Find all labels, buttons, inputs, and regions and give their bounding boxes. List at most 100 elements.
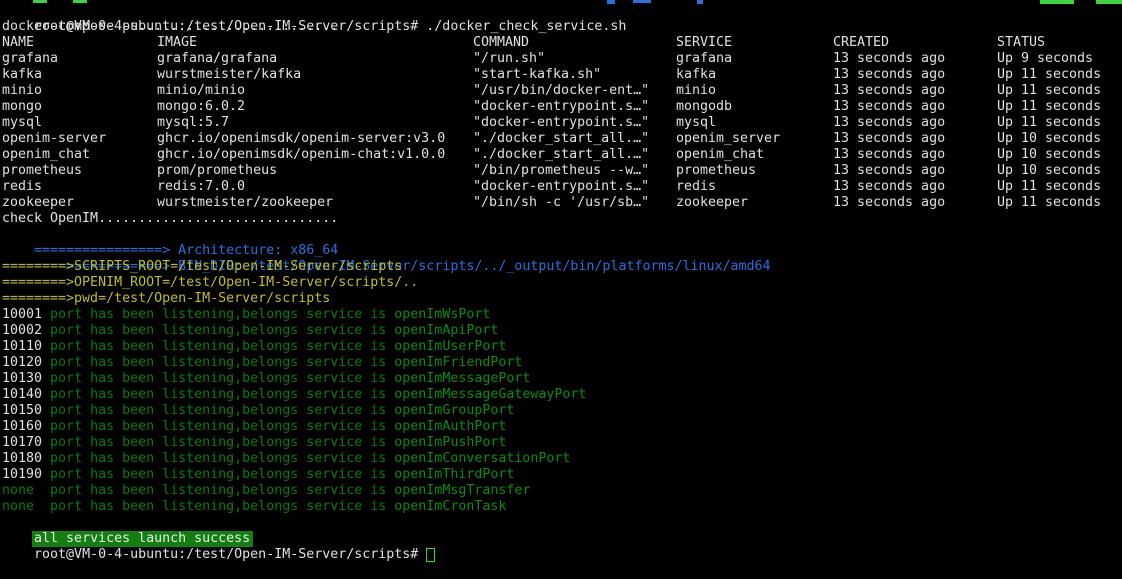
port-check-line: 10120 port has been listening,belongs se… xyxy=(2,355,522,371)
port-number: 10170 xyxy=(2,435,50,450)
port-status-message: port has been listening,belongs service … xyxy=(50,307,394,322)
table-cell: Up 9 seconds xyxy=(997,51,1093,67)
table-cell: openim_chat xyxy=(2,147,90,163)
table-cell: 13 seconds ago xyxy=(833,163,945,179)
table-cell: mongo:6.0.2 xyxy=(157,99,245,115)
port-number: 10001 xyxy=(2,307,50,322)
service-name: openImMessagePort xyxy=(394,371,530,386)
table-cell: redis xyxy=(2,179,42,195)
column-header: STATUS xyxy=(997,35,1045,51)
port-number: 10120 xyxy=(2,355,50,370)
table-cell: kafka xyxy=(2,67,42,83)
column-header: COMMAND xyxy=(473,35,529,51)
port-check-line: 10160 port has been listening,belongs se… xyxy=(2,419,506,435)
port-status-message: port has been listening,belongs service … xyxy=(50,387,394,402)
port-check-line: 10001 port has been listening,belongs se… xyxy=(2,307,490,323)
table-cell: minio xyxy=(676,83,716,99)
table-cell: "docker-entrypoint.s…" xyxy=(473,115,649,131)
table-cell: wurstmeister/kafka xyxy=(157,67,301,83)
table-cell: minio/minio xyxy=(157,83,245,99)
table-cell: ghcr.io/openimsdk/openim-server:v3.0 xyxy=(157,131,445,147)
success-line: all services launch success xyxy=(0,515,253,531)
cutoff-line-fragment xyxy=(697,0,703,4)
table-cell: openim-server xyxy=(2,131,106,147)
table-cell: mysql:5.7 xyxy=(157,115,229,131)
table-cell: 13 seconds ago xyxy=(833,51,945,67)
terminal-screen[interactable]: root@VM-0-4-ubuntu:/test/Open-IM-Server/… xyxy=(0,0,1122,542)
port-number: 10190 xyxy=(2,467,50,482)
table-cell: wurstmeister/zookeeper xyxy=(157,195,333,211)
env-var-line: ========>pwd=/test/Open-IM-Server/script… xyxy=(2,291,330,307)
table-cell: Up 11 seconds xyxy=(997,179,1101,195)
table-cell: minio xyxy=(2,83,42,99)
port-check-line: none port has been listening,belongs ser… xyxy=(2,483,530,499)
port-check-line: 10150 port has been listening,belongs se… xyxy=(2,403,514,419)
port-status-message: port has been listening,belongs service … xyxy=(50,435,394,450)
service-name: openImAuthPort xyxy=(394,419,506,434)
service-name: openImMsgTransfer xyxy=(394,483,530,498)
port-status-message: port has been listening,belongs service … xyxy=(50,323,394,338)
table-cell: zookeeper xyxy=(2,195,74,211)
cutoff-line-fragment xyxy=(1040,0,1074,4)
port-status-message: port has been listening,belongs service … xyxy=(50,483,394,498)
service-name: openImMessageGatewayPort xyxy=(394,387,586,402)
column-header: NAME xyxy=(2,35,34,51)
table-cell: "/run.sh" xyxy=(473,51,545,67)
terminal-cursor xyxy=(426,548,435,562)
table-cell: "/usr/bin/docker-ent…" xyxy=(473,83,649,99)
final-prompt-line: root@VM-0-4-ubuntu:/test/Open-IM-Server/… xyxy=(2,531,435,547)
cutoff-line-fragment xyxy=(1096,0,1122,4)
port-number: 10110 xyxy=(2,339,50,354)
port-number: none xyxy=(2,499,50,514)
table-cell: 13 seconds ago xyxy=(833,195,945,211)
table-cell: mysql xyxy=(2,115,42,131)
table-cell: 13 seconds ago xyxy=(833,83,945,99)
port-check-line: 10110 port has been listening,belongs se… xyxy=(2,339,506,355)
table-cell: prometheus xyxy=(676,163,756,179)
table-cell: Up 10 seconds xyxy=(997,131,1101,147)
port-number: none xyxy=(2,483,50,498)
architecture-line: ================> Architecture: x86_64 xyxy=(2,227,338,243)
table-cell: zookeeper xyxy=(676,195,748,211)
column-header: SERVICE xyxy=(676,35,732,51)
table-cell: Up 11 seconds xyxy=(997,83,1101,99)
port-number: 10180 xyxy=(2,451,50,466)
table-cell: mongo xyxy=(2,99,42,115)
service-name: openImThirdPort xyxy=(394,467,514,482)
table-cell: grafana xyxy=(676,51,732,67)
table-cell: openim_server xyxy=(676,131,780,147)
port-status-message: port has been listening,belongs service … xyxy=(50,371,394,386)
port-check-line: 10002 port has been listening,belongs se… xyxy=(2,323,498,339)
table-cell: openim_chat xyxy=(676,147,764,163)
table-cell: "docker-entrypoint.s…" xyxy=(473,179,649,195)
port-status-message: port has been listening,belongs service … xyxy=(50,355,394,370)
port-number: 10002 xyxy=(2,323,50,338)
column-header: CREATED xyxy=(833,35,889,51)
port-number: 10130 xyxy=(2,371,50,386)
table-cell: mysql xyxy=(676,115,716,131)
table-cell: 13 seconds ago xyxy=(833,131,945,147)
cutoff-line-fragment xyxy=(633,0,651,3)
table-cell: "/bin/sh -c '/usr/sb…" xyxy=(473,195,649,211)
shell-prompt: root@VM-0-4-ubuntu:/test/Open-IM-Server/… xyxy=(34,547,418,562)
table-cell: Up 10 seconds xyxy=(997,163,1101,179)
port-status-message: port has been listening,belongs service … xyxy=(50,451,394,466)
table-cell: 13 seconds ago xyxy=(833,67,945,83)
compose-status-line: docker-compose ps.......................… xyxy=(2,19,338,35)
table-cell: 13 seconds ago xyxy=(833,99,945,115)
port-status-message: port has been listening,belongs service … xyxy=(50,403,394,418)
service-name: openImFriendPort xyxy=(394,355,522,370)
table-cell: grafana/grafana xyxy=(157,51,277,67)
table-cell: "/bin/prometheus --w…" xyxy=(473,163,649,179)
check-openim-line: check OpenIM............................… xyxy=(2,211,338,227)
table-cell: "./docker_start_all.…" xyxy=(473,131,649,147)
service-name: openImApiPort xyxy=(394,323,498,338)
table-cell: grafana xyxy=(2,51,58,67)
port-check-line: none port has been listening,belongs ser… xyxy=(2,499,506,515)
service-name: openImPushPort xyxy=(394,435,506,450)
port-check-line: 10180 port has been listening,belongs se… xyxy=(2,451,570,467)
table-cell: Up 10 seconds xyxy=(997,147,1101,163)
table-cell: mongodb xyxy=(676,99,732,115)
service-name: openImUserPort xyxy=(394,339,506,354)
port-check-line: 10130 port has been listening,belongs se… xyxy=(2,371,530,387)
